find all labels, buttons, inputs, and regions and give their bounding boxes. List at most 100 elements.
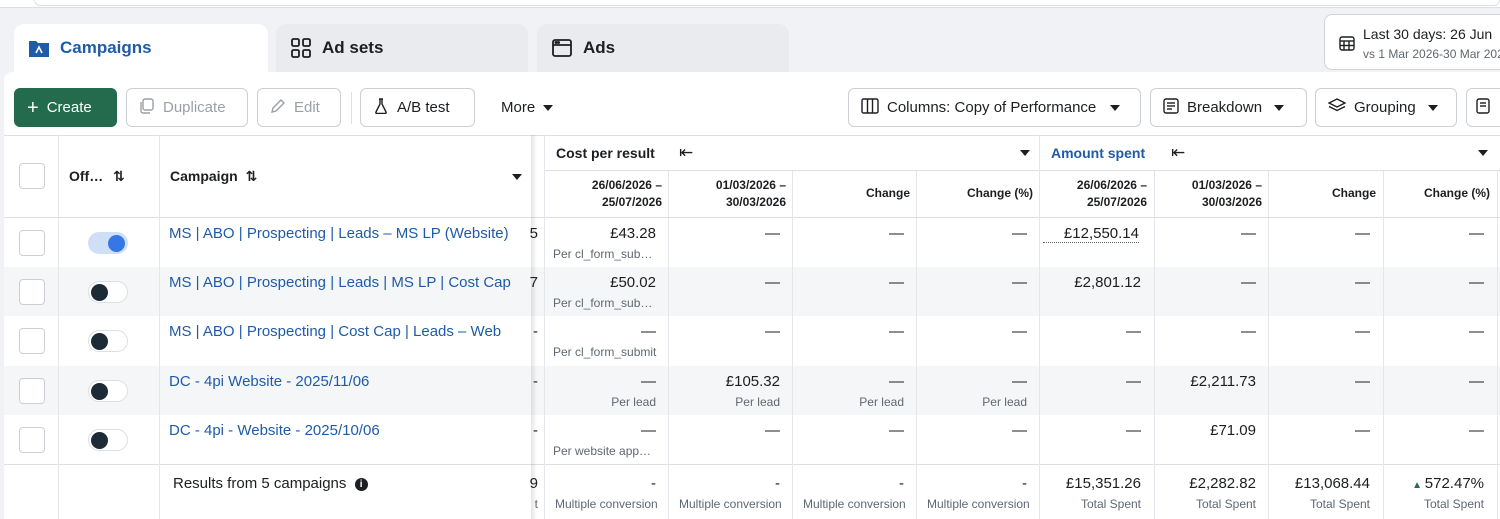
flask-icon [373, 97, 389, 118]
collapse-column-icon[interactable]: ⇤ [679, 143, 693, 163]
campaign-toggle[interactable] [88, 429, 128, 451]
campaigns-table: Off… ⇅ Campaign ⇅ Cost per result ⇤ Amou… [4, 135, 1500, 519]
create-button[interactable]: + Create [14, 88, 117, 127]
amount-change-header[interactable]: Change [1272, 185, 1376, 202]
cost-per-result-value: — [889, 225, 904, 242]
grid-line [1497, 171, 1498, 519]
layers-icon [1327, 97, 1347, 118]
cost-per-result-value: — [641, 323, 656, 340]
date-range-primary: Last 30 days: 26 Jun [1363, 26, 1493, 42]
columns-icon [861, 97, 879, 118]
summary-result-type: Multiple conversion [927, 497, 1030, 511]
result-type-label: Per lead [859, 395, 904, 409]
reports-button[interactable] [1466, 88, 1500, 127]
ab-test-button[interactable]: A/B test [360, 88, 475, 127]
amount-spent-value: — [1355, 274, 1370, 291]
amount-previous-period-header[interactable]: 01/03/2026 – 30/03/2026 [1158, 177, 1262, 211]
grouping-button[interactable]: Grouping [1315, 88, 1457, 127]
result-type-label: Per cl_form_sub… [553, 296, 653, 310]
duplicate-button[interactable]: Duplicate [126, 88, 248, 127]
cost-per-result-value: — [641, 373, 656, 390]
grid-line [4, 135, 1500, 136]
campaign-toggle[interactable] [88, 330, 128, 352]
amount-spent-value: — [1241, 323, 1256, 340]
columns-button-label: Columns: Copy of Performance [887, 99, 1097, 116]
toggle-knob [91, 333, 108, 350]
amount-spent-value: — [1355, 323, 1370, 340]
ads-window-icon [551, 37, 573, 59]
amount-spent-value: — [1241, 274, 1256, 291]
cpr-change-pct-header[interactable]: Change (%) [920, 185, 1033, 202]
info-icon[interactable]: i [354, 478, 368, 491]
campaign-column-header[interactable]: Campaign ⇅ [170, 168, 257, 185]
sort-icon[interactable]: ⇅ [113, 168, 125, 184]
caret-down-icon [543, 104, 554, 111]
amount-spent-value: — [1126, 373, 1141, 390]
sort-icon[interactable]: ⇅ [246, 168, 258, 184]
summary-label: Results from 5 campaigns i [173, 475, 368, 492]
breakdown-button[interactable]: Breakdown [1150, 88, 1307, 127]
amount-current-period-header[interactable]: 26/06/2026 – 25/07/2026 [1043, 177, 1147, 211]
cpr-current-period-header[interactable]: 26/06/2026 – 25/07/2026 [548, 177, 662, 211]
row-checkbox[interactable] [19, 427, 45, 453]
row-checkbox[interactable] [19, 230, 45, 256]
summary-amount-spent: £2,282.82 [1189, 475, 1256, 492]
amount-change-pct-header[interactable]: Change (%) [1387, 185, 1490, 202]
campaign-toggle[interactable] [88, 232, 128, 254]
cost-per-result-value: — [889, 422, 904, 439]
amount-spent-value: £2,801.12 [1074, 274, 1141, 291]
campaign-name-link[interactable]: DC - 4pi - Website - 2025/10/06 [169, 422, 380, 439]
grid-line [1154, 171, 1155, 519]
cost-per-result-menu-icon[interactable] [1020, 150, 1030, 156]
grid-line [1268, 171, 1269, 519]
duplicate-button-label: Duplicate [163, 99, 226, 116]
cpr-change-header[interactable]: Change [796, 185, 910, 202]
amount-spent-header[interactable]: Amount spent [1051, 145, 1145, 161]
grid-line [4, 217, 1500, 218]
campaign-name-link[interactable]: MS | ABO | Prospecting | Leads | MS LP |… [169, 274, 511, 291]
date-range-picker[interactable]: Last 30 days: 26 Jun vs 1 Mar 2026-30 Ma… [1324, 14, 1500, 70]
amount-spent-value: — [1469, 422, 1484, 439]
cost-per-result-value: — [1012, 323, 1027, 340]
campaign-name-link[interactable]: DC - 4pi Website - 2025/11/06 [169, 373, 369, 390]
cost-per-result-value: — [1012, 274, 1027, 291]
summary-amount-spent: £13,068.44 [1294, 475, 1370, 492]
summary-result-type: Multiple conversion [555, 497, 658, 511]
campaign-name-link[interactable]: MS | ABO | Prospecting | Cost Cap | Lead… [169, 323, 501, 340]
campaigns-folder-icon [28, 37, 50, 59]
more-button[interactable]: More [488, 88, 568, 127]
collapse-column-icon[interactable]: ⇤ [1171, 143, 1185, 163]
columns-button[interactable]: Columns: Copy of Performance [848, 88, 1141, 127]
tab-ad-sets[interactable]: Ad sets [276, 24, 528, 72]
result-type-label: Per lead [611, 395, 656, 409]
frozen-column-shadow [531, 135, 537, 519]
result-type-label: Per cl_form_submit [553, 345, 657, 359]
grid-line [1039, 135, 1040, 519]
edit-button[interactable]: Edit [257, 88, 341, 127]
amount-spent-value: — [1469, 373, 1484, 390]
cpr-previous-period-header[interactable]: 01/03/2026 – 30/03/2026 [672, 177, 786, 211]
row-checkbox[interactable] [19, 378, 45, 404]
summary-cost-per-result: - [651, 475, 656, 492]
campaign-toggle[interactable] [88, 281, 128, 303]
summary-total-spent-label: Total Spent [1423, 497, 1484, 511]
result-type-label: Per website app… [553, 444, 652, 458]
select-all-checkbox[interactable] [19, 163, 45, 189]
tab-ads[interactable]: Ads [537, 24, 789, 72]
campaign-toggle[interactable] [88, 380, 128, 402]
off-on-column-header[interactable]: Off… ⇅ [69, 168, 125, 185]
cost-per-result-header[interactable]: Cost per result [556, 145, 655, 161]
tab-campaigns[interactable]: Campaigns [14, 24, 268, 72]
plus-icon: + [27, 96, 39, 119]
row-checkbox[interactable] [19, 328, 45, 354]
trend-up-icon: ▲ [1412, 480, 1425, 491]
row-checkbox[interactable] [19, 279, 45, 305]
create-button-label: Create [46, 99, 92, 116]
amount-spent-value: — [1469, 225, 1484, 242]
search-bar-edge[interactable] [34, 0, 1500, 6]
amount-spent-value: — [1355, 373, 1370, 390]
campaign-name-link[interactable]: MS | ABO | Prospecting | Leads – MS LP (… [169, 225, 509, 242]
campaign-column-menu-icon[interactable] [512, 174, 522, 180]
amount-spent-menu-icon[interactable] [1478, 150, 1488, 156]
grid-line [544, 170, 1500, 171]
